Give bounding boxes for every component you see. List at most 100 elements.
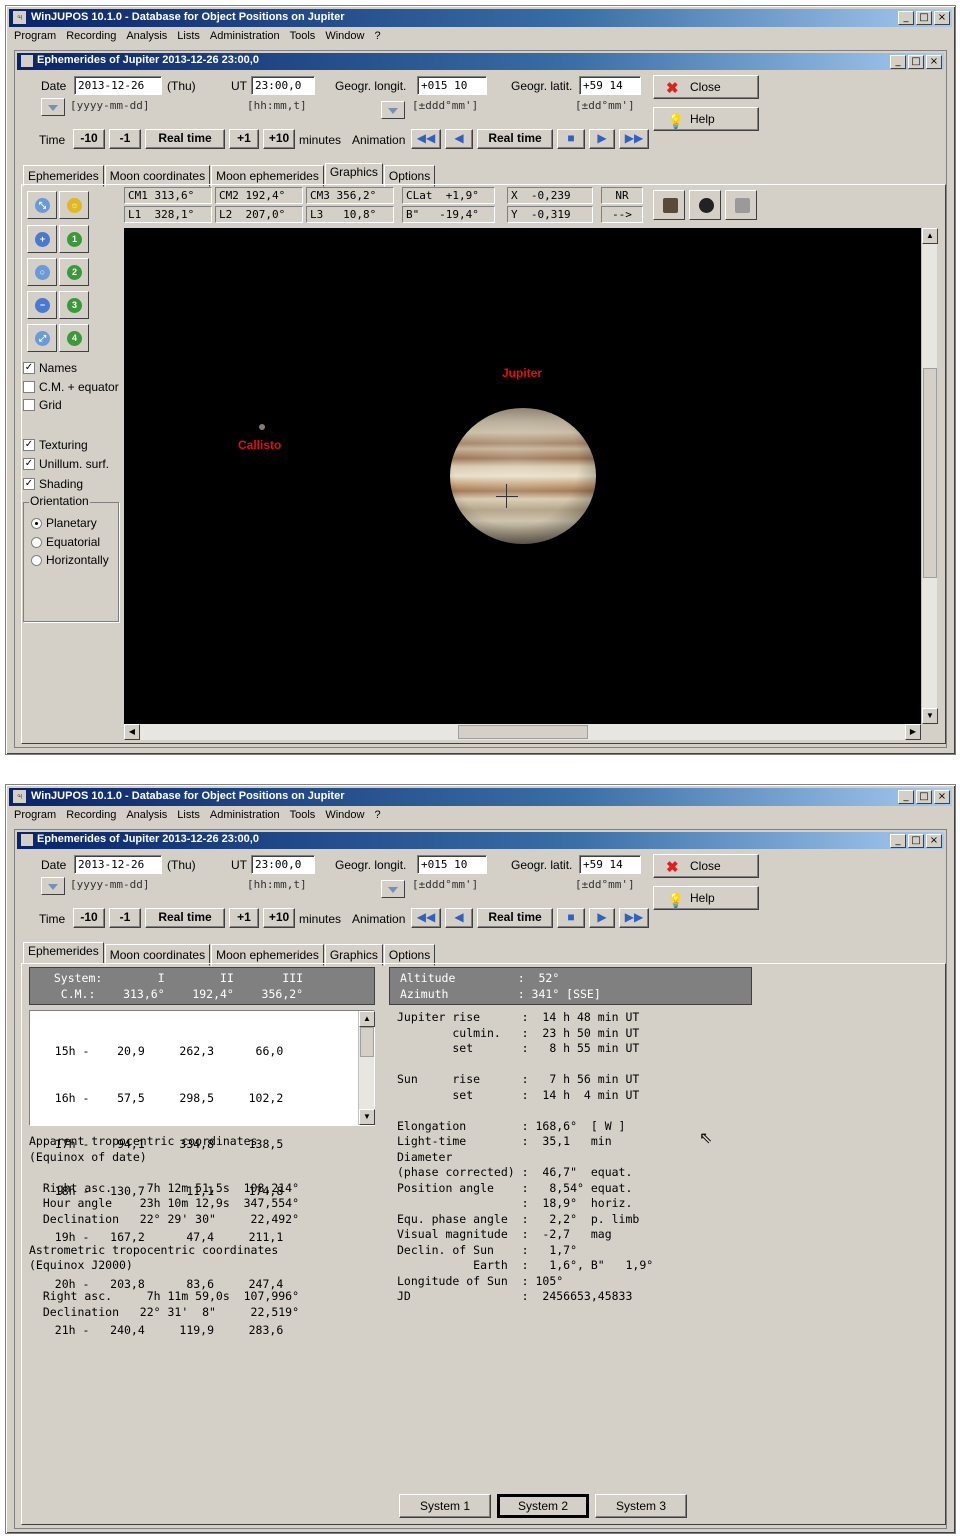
stop-icon[interactable]: ■ — [557, 129, 585, 149]
zoom-in-button[interactable]: + — [27, 225, 57, 253]
menu-analysis[interactable]: Analysis — [121, 28, 172, 46]
moon1-button[interactable]: 1 — [59, 225, 89, 253]
shading-checkbox[interactable]: ✓ Shading — [23, 477, 83, 491]
plus1-button[interactable]: +1 — [229, 129, 259, 149]
planetary-radio[interactable]: Planetary — [31, 516, 97, 530]
ut-input-2[interactable]: 23:00,0 — [251, 855, 315, 874]
child-close-button[interactable]: × — [926, 55, 942, 69]
menu-program-2[interactable]: Program — [9, 807, 61, 825]
equatorial-radio[interactable]: Equatorial — [31, 535, 100, 549]
fast-forward-icon[interactable]: ▶▶ — [619, 129, 649, 149]
vertical-scroll-thumb[interactable] — [923, 368, 937, 578]
image-button[interactable] — [689, 190, 721, 220]
child-minimize-button-2[interactable]: _ — [890, 834, 906, 848]
menu-recording[interactable]: Recording — [61, 28, 121, 46]
scroll-down-icon[interactable]: ▼ — [922, 708, 938, 724]
latit-input-2[interactable]: +59 14 — [579, 855, 641, 874]
cm-equator-checkbox[interactable]: C.M. + equator — [23, 380, 119, 394]
child-title-bar-2[interactable]: Ephemerides of Jupiter 2013-12-26 23:00,… — [17, 832, 944, 849]
anim-realtime-button[interactable]: Real time — [477, 129, 553, 149]
film-button[interactable] — [653, 190, 685, 220]
vertical-scrollbar[interactable]: ▲ ▼ — [921, 228, 938, 724]
child-minimize-button[interactable]: _ — [890, 55, 906, 69]
title-bar[interactable]: ♃ WinJUPOS 10.1.0 - Database for Object … — [9, 9, 952, 27]
longit-input-2[interactable]: +015 10 — [417, 855, 487, 874]
plus10-button-2[interactable]: +10 — [263, 908, 295, 928]
child-close-button-2[interactable]: × — [926, 834, 942, 848]
rewind-fast-icon[interactable]: ◀◀ — [411, 129, 441, 149]
scroll-up-icon[interactable]: ▲ — [922, 228, 938, 244]
sun-button[interactable]: ☼ — [59, 191, 89, 219]
rewind-fast-icon-2[interactable]: ◀◀ — [411, 908, 441, 928]
hour-scroll-thumb[interactable] — [360, 1027, 374, 1057]
menu-tools-2[interactable]: Tools — [285, 807, 321, 825]
zoom-reset-button[interactable]: ○ — [27, 258, 57, 286]
minimize-button-2[interactable]: _ — [898, 790, 914, 804]
menu-program[interactable]: Program — [9, 28, 61, 46]
moon2-button[interactable]: 2 — [59, 258, 89, 286]
anim-realtime-button-2[interactable]: Real time — [477, 908, 553, 928]
date-input-2[interactable]: 2013-12-26 — [74, 855, 162, 874]
latit-input[interactable]: +59 14 — [579, 76, 641, 95]
zoom-fit-button[interactable]: ⤡ — [27, 191, 57, 219]
tab-graphics[interactable]: Graphics — [324, 163, 383, 185]
child-title-bar[interactable]: Ephemerides of Jupiter 2013-12-26 23:00,… — [17, 53, 944, 70]
longit-dropdown-button-2[interactable] — [381, 880, 405, 898]
menu-help-2[interactable]: ? — [369, 807, 385, 825]
tab-ephemerides-2[interactable]: Ephemerides — [23, 942, 104, 964]
date-dropdown-button[interactable] — [41, 98, 65, 116]
date-dropdown-button-2[interactable] — [41, 877, 65, 895]
arrow-cell[interactable]: --> — [601, 206, 643, 223]
menu-lists[interactable]: Lists — [172, 28, 205, 46]
minus10-button[interactable]: -10 — [73, 129, 105, 149]
maximize-button[interactable]: □ — [916, 11, 932, 25]
help-button[interactable]: 💡 Help — [653, 107, 759, 131]
hour-scroll-up-icon[interactable]: ▲ — [359, 1011, 375, 1027]
names-checkbox[interactable]: ✓ Names — [23, 361, 77, 375]
scroll-left-icon[interactable]: ◀ — [124, 724, 140, 740]
minus1-button[interactable]: -1 — [109, 129, 141, 149]
hour-scroll-down-icon[interactable]: ▼ — [359, 1109, 375, 1125]
play-icon[interactable]: ▶ — [589, 129, 615, 149]
stop-icon-2[interactable]: ■ — [557, 908, 585, 928]
graphics-canvas[interactable]: Jupiter Callisto — [124, 228, 921, 724]
close-button-2[interactable]: ✖ Close — [653, 854, 759, 878]
menu-window-2[interactable]: Window — [320, 807, 369, 825]
minus1-button-2[interactable]: -1 — [109, 908, 141, 928]
menu-help[interactable]: ? — [369, 28, 385, 46]
horizontal-scrollbar[interactable]: ◀ ▶ — [124, 724, 921, 740]
hour-list[interactable]: 15h - 20,9 262,3 66,0 16h - 57,5 298,5 1… — [29, 1010, 375, 1337]
close-window-button[interactable]: × — [934, 11, 950, 25]
longit-input[interactable]: +015 10 — [417, 76, 487, 95]
hour-list-scrollbar[interactable]: ▲ ▼ — [358, 1011, 375, 1125]
horizontal-scroll-thumb[interactable] — [458, 725, 588, 739]
maximize-button-2[interactable]: □ — [916, 790, 932, 804]
menu-tools[interactable]: Tools — [285, 28, 321, 46]
realtime-button[interactable]: Real time — [145, 129, 225, 149]
minimize-button[interactable]: _ — [898, 11, 914, 25]
menu-window[interactable]: Window — [320, 28, 369, 46]
horizontally-radio[interactable]: Horizontally — [31, 553, 109, 567]
system2-button[interactable]: System 2 — [497, 1494, 589, 1518]
plus10-button[interactable]: +10 — [263, 129, 295, 149]
step-back-icon-2[interactable]: ◀ — [445, 908, 473, 928]
play-icon-2[interactable]: ▶ — [589, 908, 615, 928]
system3-button[interactable]: System 3 — [595, 1494, 687, 1518]
zoom-out-button[interactable]: − — [27, 291, 57, 319]
ut-input[interactable]: 23:00,0 — [251, 76, 315, 95]
date-input[interactable]: 2013-12-26 — [74, 76, 162, 95]
help-button-2[interactable]: 💡 Help — [653, 886, 759, 910]
child-maximize-button-2[interactable]: □ — [908, 834, 924, 848]
scroll-right-icon[interactable]: ▶ — [905, 724, 921, 740]
menu-recording-2[interactable]: Recording — [61, 807, 121, 825]
longit-dropdown-button[interactable] — [381, 101, 405, 119]
moon3-button[interactable]: 3 — [59, 291, 89, 319]
minus10-button-2[interactable]: -10 — [73, 908, 105, 928]
plus1-button-2[interactable]: +1 — [229, 908, 259, 928]
title-bar-2[interactable]: ♃ WinJUPOS 10.1.0 - Database for Object … — [9, 788, 952, 806]
realtime-button-2[interactable]: Real time — [145, 908, 225, 928]
step-back-icon[interactable]: ◀ — [445, 129, 473, 149]
fast-forward-icon-2[interactable]: ▶▶ — [619, 908, 649, 928]
menu-lists-2[interactable]: Lists — [172, 807, 205, 825]
system1-button[interactable]: System 1 — [399, 1494, 491, 1518]
